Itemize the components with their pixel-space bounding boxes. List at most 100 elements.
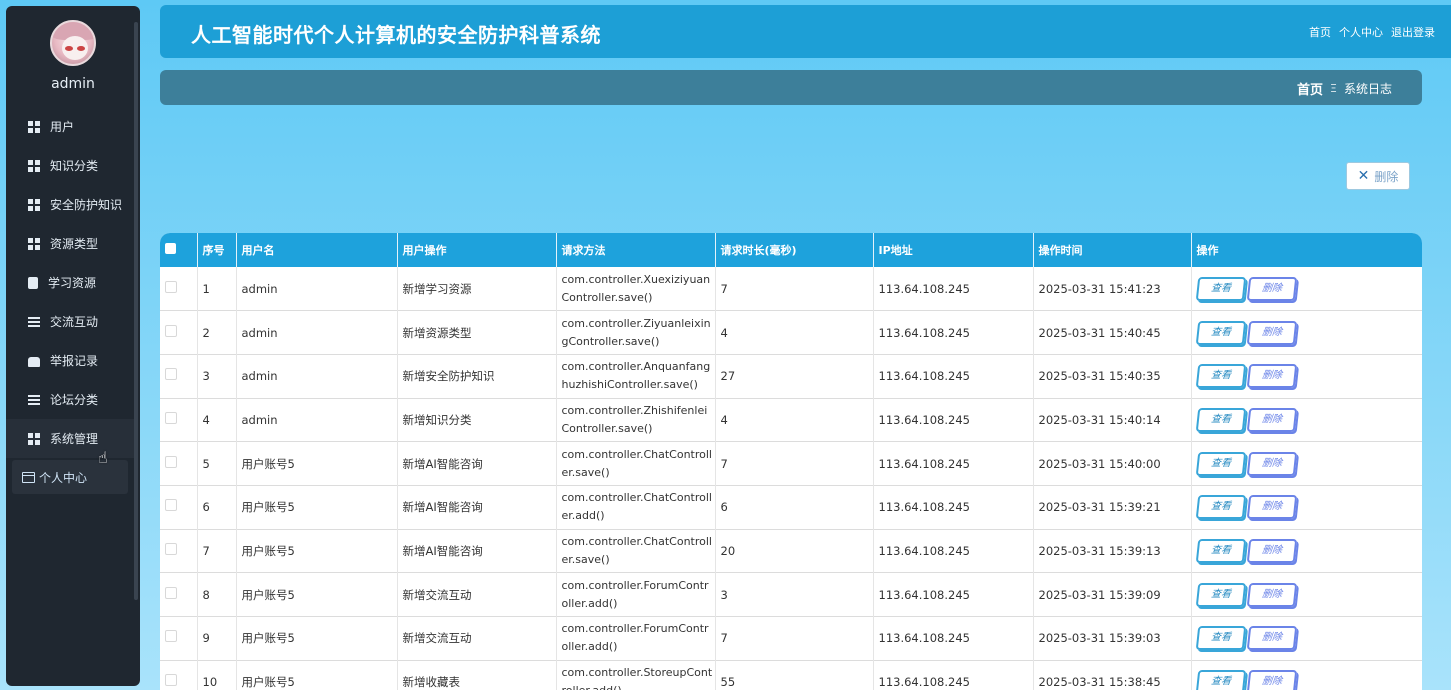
- cell-username: 用户账号5: [236, 616, 398, 661]
- cell-actions: 查看 删除: [1191, 485, 1422, 529]
- window-icon: [22, 471, 35, 483]
- row-select-cell[interactable]: [160, 572, 198, 617]
- table-row: 7 用户账号5 新增AI智能咨询 com.controller.ChatControl…: [160, 529, 1422, 573]
- top-links: 首页 个人中心 退出登录: [1309, 24, 1435, 40]
- view-button[interactable]: 查看: [1195, 582, 1246, 607]
- view-button[interactable]: 查看: [1195, 670, 1246, 690]
- breadcrumb-current: 系统日志: [1343, 82, 1392, 96]
- sidebar-scrollbar[interactable]: [134, 22, 138, 600]
- row-select-cell[interactable]: [160, 354, 198, 399]
- row-checkbox[interactable]: [165, 324, 177, 337]
- sidebar-item-reports[interactable]: 举报记录: [6, 341, 134, 380]
- sidebar-item-learning-resources[interactable]: 学习资源: [6, 263, 134, 302]
- row-select-cell[interactable]: [160, 398, 198, 442]
- delete-button[interactable]: 删除: [1246, 451, 1297, 476]
- sidebar-item-forum-category[interactable]: 论坛分类: [6, 380, 134, 419]
- cell-time: 2025-03-31 15:40:14: [1033, 398, 1192, 442]
- delete-button[interactable]: 删除: [1246, 538, 1297, 563]
- cell-request-method: com.controller.AnquanfanghuzhishiControl…: [556, 354, 716, 399]
- sidebar-item-label: 知识分类: [50, 159, 99, 173]
- batch-delete-label: 删除: [1374, 169, 1399, 184]
- sidebar-username: admin: [51, 76, 95, 92]
- delete-button[interactable]: 删除: [1246, 407, 1297, 432]
- grid-icon: [28, 432, 40, 445]
- cell-username: admin: [236, 398, 398, 442]
- delete-button[interactable]: 删除: [1246, 276, 1297, 301]
- column-header: 用户操作: [397, 233, 557, 267]
- row-select-cell[interactable]: [160, 485, 198, 530]
- sidebar-item-label: 交流互动: [50, 315, 99, 329]
- delete-button[interactable]: 删除: [1246, 320, 1297, 345]
- delete-button[interactable]: 删除: [1246, 364, 1297, 389]
- view-button[interactable]: 查看: [1195, 320, 1246, 345]
- row-checkbox[interactable]: [165, 586, 177, 599]
- cell-duration: 4: [715, 398, 874, 442]
- row-checkbox[interactable]: [165, 280, 177, 293]
- cell-no: 10: [197, 660, 237, 690]
- view-button[interactable]: 查看: [1195, 407, 1246, 432]
- delete-button[interactable]: 删除: [1246, 495, 1297, 520]
- column-header: 用户名: [236, 233, 398, 267]
- hand-icon: [28, 356, 40, 367]
- row-checkbox[interactable]: [165, 499, 177, 512]
- view-button[interactable]: 查看: [1195, 451, 1246, 476]
- row-checkbox[interactable]: [165, 542, 177, 555]
- cell-operation: 新增AI智能咨询: [397, 441, 557, 486]
- row-checkbox[interactable]: [165, 368, 177, 381]
- cell-ip: 113.64.108.245: [873, 529, 1034, 573]
- select-all-header[interactable]: [160, 233, 198, 267]
- cell-operation: 新增知识分类: [397, 398, 557, 442]
- cell-operation: 新增交流互动: [397, 572, 557, 617]
- row-select-cell[interactable]: [160, 310, 198, 355]
- grid-icon: [28, 120, 40, 133]
- sidebar-item-users[interactable]: 用户: [6, 107, 134, 146]
- row-select-cell[interactable]: [160, 529, 198, 573]
- cell-operation: 新增资源类型: [397, 310, 557, 355]
- cell-actions: 查看 删除: [1191, 311, 1422, 355]
- cell-username: 用户账号5: [236, 529, 398, 573]
- sidebar-item-system-management[interactable]: 系统管理: [6, 419, 134, 458]
- row-checkbox[interactable]: [165, 630, 177, 643]
- row-select-cell[interactable]: [160, 267, 198, 311]
- row-select-cell[interactable]: [160, 660, 198, 690]
- row-select-cell[interactable]: [160, 616, 198, 661]
- cell-operation: 新增交流互动: [397, 616, 557, 661]
- batch-delete-button[interactable]: ✕ 删除: [1346, 162, 1410, 190]
- view-button[interactable]: 查看: [1195, 364, 1246, 389]
- cell-time: 2025-03-31 15:39:13: [1033, 529, 1192, 573]
- view-button[interactable]: 查看: [1195, 276, 1246, 301]
- cell-duration: 6: [715, 485, 874, 530]
- top-link-personal-center[interactable]: 个人中心: [1339, 24, 1383, 40]
- row-checkbox[interactable]: [165, 674, 177, 687]
- sidebar-item-interaction[interactable]: 交流互动: [6, 302, 134, 341]
- delete-button[interactable]: 删除: [1246, 670, 1297, 690]
- delete-button[interactable]: 删除: [1246, 626, 1297, 651]
- delete-button[interactable]: 删除: [1246, 582, 1297, 607]
- cell-username: 用户账号5: [236, 485, 398, 530]
- top-header: 人工智能时代个人计算机的安全防护科普系统 首页 个人中心 退出登录: [160, 5, 1451, 58]
- cell-request-method: com.controller.ForumController.add(): [556, 572, 716, 617]
- cell-actions: 查看 删除: [1191, 529, 1422, 573]
- top-link-logout[interactable]: 退出登录: [1391, 24, 1435, 40]
- row-select-cell[interactable]: [160, 441, 198, 486]
- row-checkbox[interactable]: [165, 411, 177, 424]
- cell-request-method: com.controller.ZhishifenleiController.sa…: [556, 398, 716, 442]
- sidebar-item-knowledge-category[interactable]: 知识分类: [6, 146, 134, 185]
- cell-actions: 查看 删除: [1191, 398, 1422, 442]
- view-button[interactable]: 查看: [1195, 626, 1246, 651]
- top-link-home[interactable]: 首页: [1309, 24, 1331, 40]
- column-header: 序号: [197, 233, 237, 267]
- sidebar-subitem-personal-center[interactable]: 个人中心: [12, 460, 128, 494]
- sidebar-item-security-knowledge[interactable]: 安全防护知识: [6, 185, 134, 224]
- cell-time: 2025-03-31 15:41:23: [1033, 267, 1192, 311]
- view-button[interactable]: 查看: [1195, 538, 1246, 563]
- breadcrumb-home[interactable]: 首页: [1297, 79, 1323, 98]
- row-checkbox[interactable]: [165, 455, 177, 468]
- avatar[interactable]: [50, 20, 96, 66]
- cell-ip: 113.64.108.245: [873, 354, 1034, 399]
- select-all-checkbox[interactable]: [165, 243, 176, 254]
- view-button[interactable]: 查看: [1195, 495, 1246, 520]
- sidebar-subitem-label: 个人中心: [39, 470, 88, 485]
- sidebar-item-resource-type[interactable]: 资源类型: [6, 224, 134, 263]
- cell-request-method: com.controller.ForumController.add(): [556, 616, 716, 661]
